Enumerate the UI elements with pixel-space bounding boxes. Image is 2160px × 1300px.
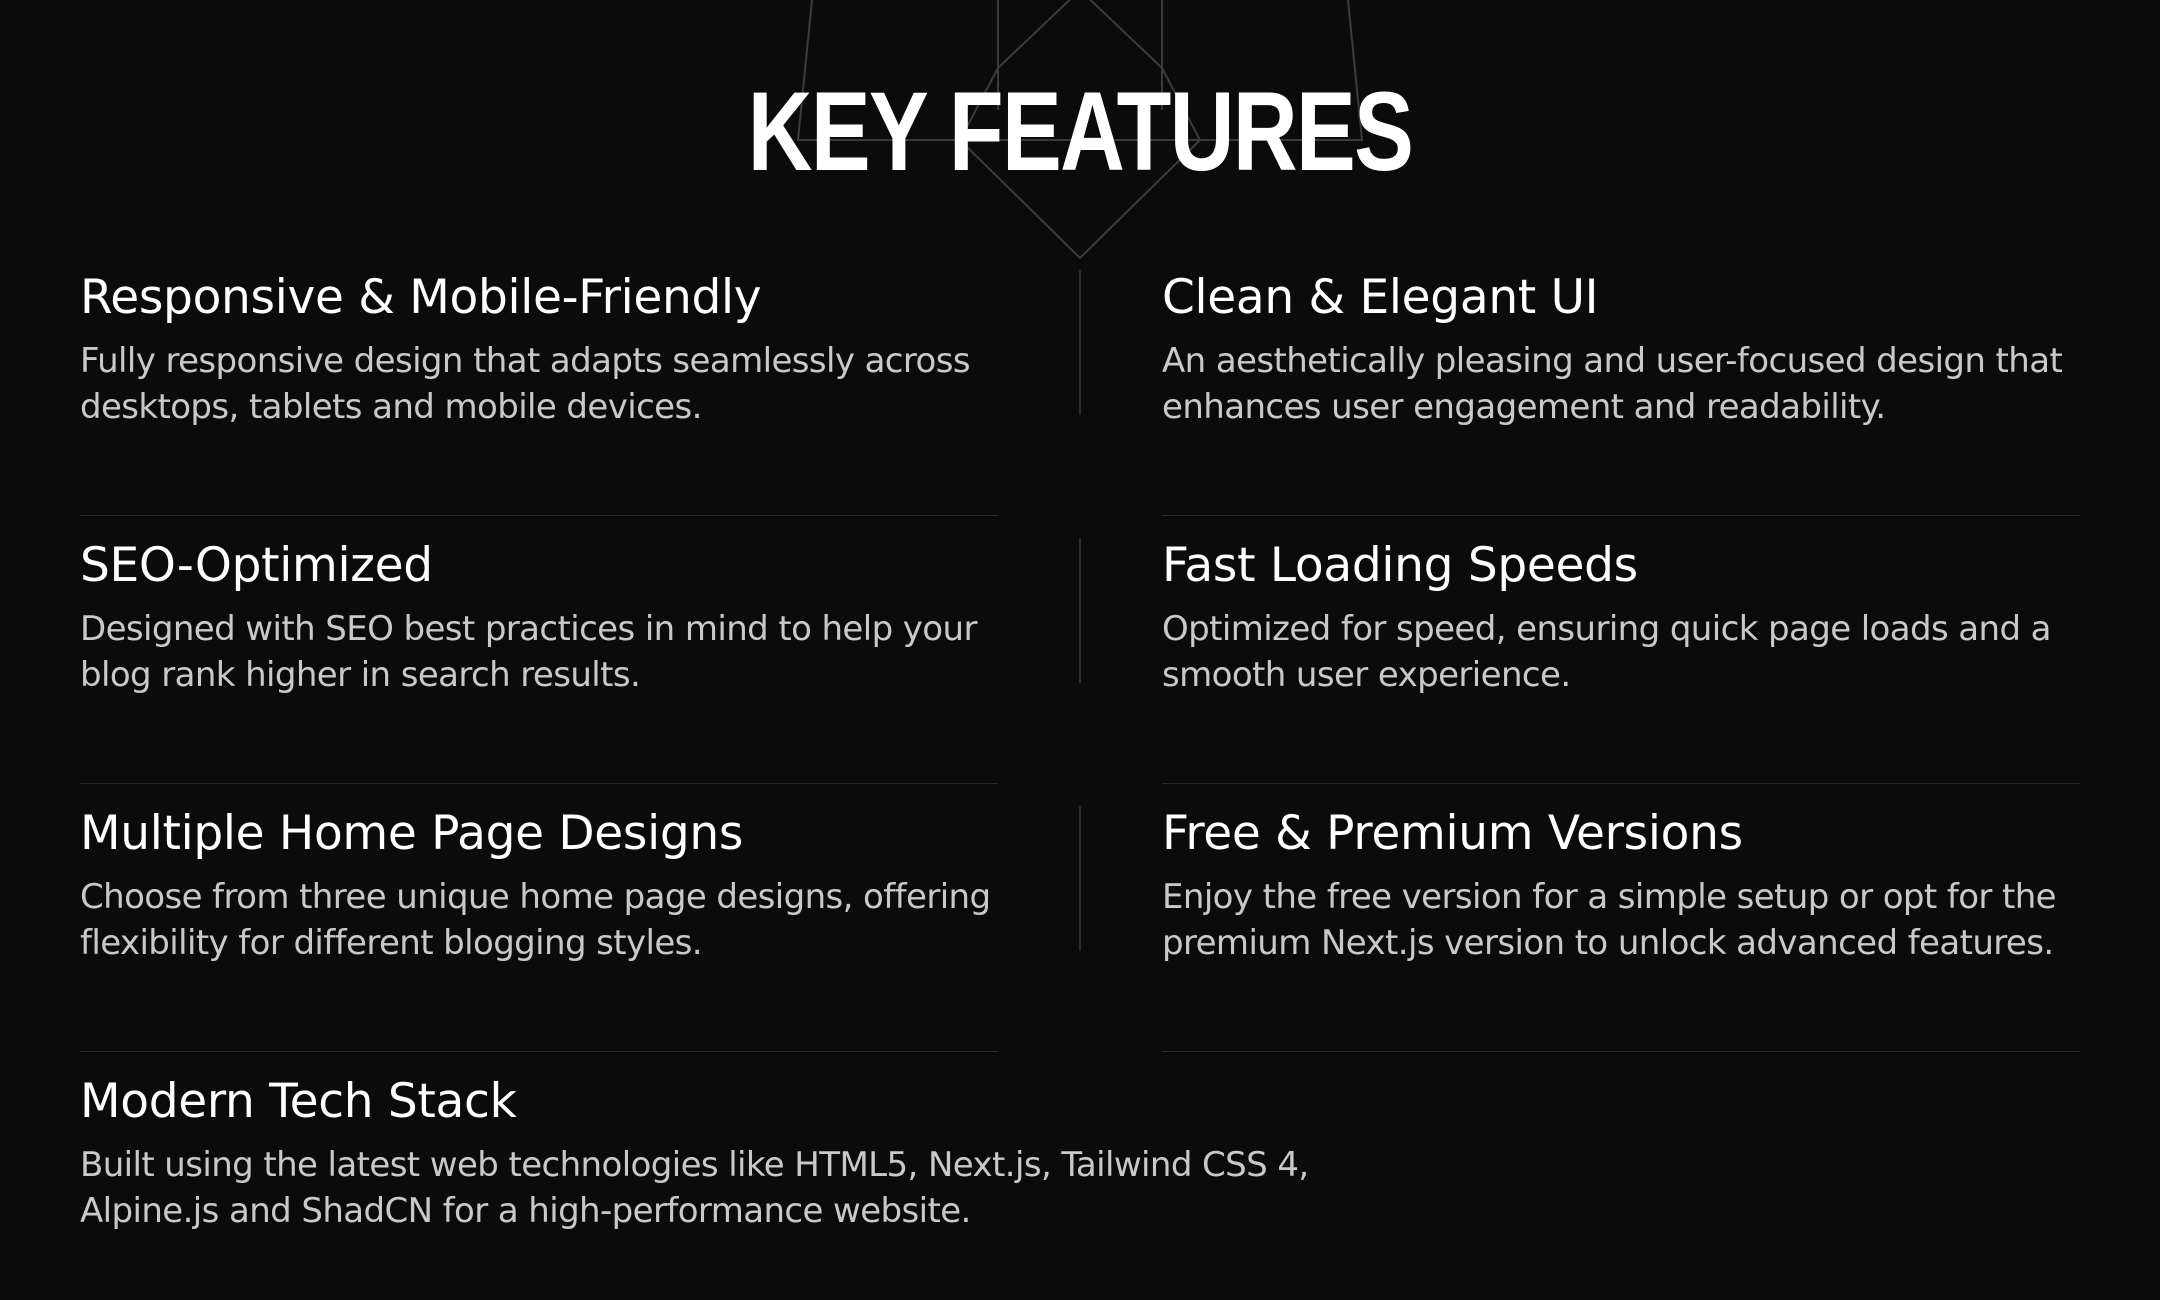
feature-title: SEO-Optimized: [80, 538, 433, 593]
feature-title: Responsive & Mobile-Friendly: [80, 270, 762, 325]
feature-description: Enjoy the free version for a simple setu…: [1162, 877, 2057, 963]
feature-card-clean-ui: Clean & Elegant UI An aesthetically plea…: [1162, 248, 2080, 516]
column-divider: [1079, 538, 1081, 683]
column-divider: [1079, 806, 1081, 951]
feature-title: Clean & Elegant UI: [1162, 270, 1599, 325]
feature-title: Fast Loading Speeds: [1162, 538, 1638, 593]
feature-description: Fully responsive design that adapts seam…: [80, 341, 971, 427]
feature-title: Modern Tech Stack: [80, 1074, 517, 1129]
page-title: KEY FEATURES: [747, 69, 1414, 194]
feature-card-seo: SEO-Optimized Designed with SEO best pra…: [80, 516, 998, 784]
feature-card-versions: Free & Premium Versions Enjoy the free v…: [1162, 784, 2080, 1052]
feature-description: An aesthetically pleasing and user-focus…: [1162, 341, 2063, 427]
feature-title: Multiple Home Page Designs: [80, 806, 744, 861]
feature-title: Free & Premium Versions: [1162, 806, 1743, 861]
column-divider: [1079, 270, 1081, 415]
feature-description: Optimized for speed, ensuring quick page…: [1162, 609, 2052, 695]
feature-description: Choose from three unique home page desig…: [80, 877, 991, 963]
feature-card-fast-loading: Fast Loading Speeds Optimized for speed,…: [1162, 516, 2080, 784]
feature-card-responsive: Responsive & Mobile-Friendly Fully respo…: [80, 248, 998, 516]
feature-card-home-designs: Multiple Home Page Designs Choose from t…: [80, 784, 998, 1052]
feature-card-tech-stack: Modern Tech Stack Built using the latest…: [80, 1052, 1380, 1300]
feature-description: Built using the latest web technologies …: [80, 1145, 1309, 1231]
feature-description: Designed with SEO best practices in mind…: [80, 609, 977, 695]
